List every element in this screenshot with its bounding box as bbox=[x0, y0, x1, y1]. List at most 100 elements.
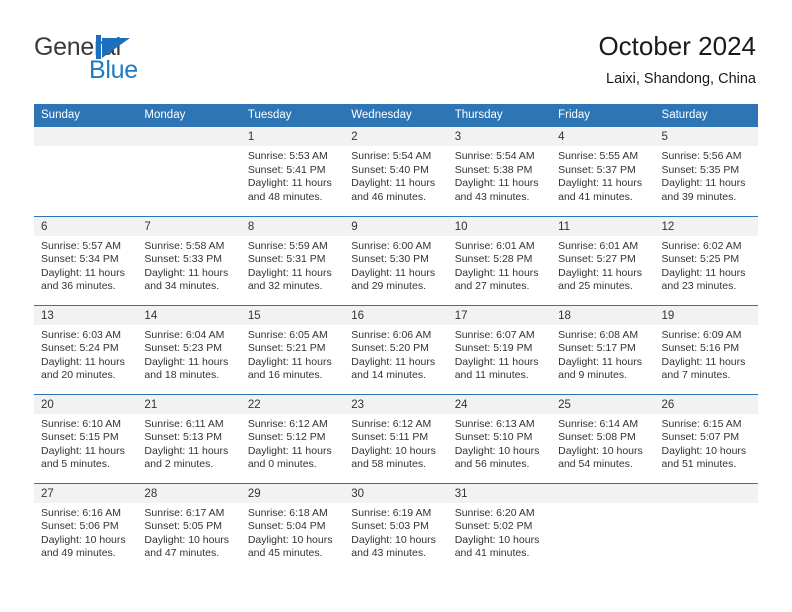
calendar-day-cell[interactable]: 10 Sunrise: 6:01 AM Sunset: 5:28 PM Dayligh… bbox=[447, 215, 552, 305]
calendar-day-cell[interactable]: 9 Sunrise: 6:00 AM Sunset: 5:30 PM Daylight… bbox=[344, 215, 448, 305]
day-details: Sunrise: 6:07 AM Sunset: 5:19 PM Daylight:… bbox=[448, 325, 551, 383]
sunset-text: Sunset: 5:02 PM bbox=[454, 520, 533, 532]
calendar-day-cell[interactable]: 19 Sunrise: 6:09 AM Sunset: 5:16 PM Dayligh… bbox=[654, 304, 758, 394]
day-details: Sunrise: 5:54 AM Sunset: 5:38 PM Daylight:… bbox=[448, 146, 551, 204]
daylight-text-line1: Daylight: 11 hours bbox=[351, 266, 436, 279]
daylight-text-line1: Daylight: 11 hours bbox=[661, 355, 746, 368]
calendar-day-cell-empty bbox=[654, 482, 758, 572]
daylight-text-line2: and 27 minutes. bbox=[454, 280, 530, 292]
calendar-day-cell[interactable]: 27 Sunrise: 6:16 AM Sunset: 5:06 PM Dayligh… bbox=[34, 482, 138, 572]
calendar-day-cell[interactable]: 22 Sunrise: 6:12 AM Sunset: 5:12 PM Dayligh… bbox=[240, 393, 345, 483]
calendar-day-cell[interactable]: 1 Sunrise: 5:53 AM Sunset: 5:41 PM Daylight… bbox=[240, 127, 345, 216]
weekday-header-thursday: Thursday bbox=[447, 104, 552, 127]
daylight-text-line2: and 45 minutes. bbox=[247, 547, 323, 559]
daylight-text-line1: Daylight: 11 hours bbox=[454, 177, 539, 189]
sunrise-text: Sunrise: 6:20 AM bbox=[454, 506, 535, 519]
calendar-day-cell[interactable]: 31 Sunrise: 6:20 AM Sunset: 5:02 PM Dayligh… bbox=[447, 482, 552, 572]
daylight-text-line1: Daylight: 10 hours bbox=[351, 444, 436, 457]
day-number: 9 bbox=[344, 216, 448, 236]
calendar-day-cell[interactable]: 14 Sunrise: 6:04 AM Sunset: 5:23 PM Dayligh… bbox=[137, 304, 241, 394]
day-number: 8 bbox=[240, 216, 345, 236]
day-details: Sunrise: 5:53 AM Sunset: 5:41 PM Daylight:… bbox=[241, 146, 344, 204]
sunset-text: Sunset: 5:17 PM bbox=[558, 342, 636, 354]
day-number: 5 bbox=[654, 127, 758, 146]
daylight-text-line1: Daylight: 11 hours bbox=[247, 444, 332, 457]
sunrise-text: Sunrise: 6:05 AM bbox=[247, 328, 328, 341]
day-number: 3 bbox=[447, 127, 552, 146]
sunrise-text: Sunrise: 6:01 AM bbox=[558, 239, 639, 252]
calendar-day-cell[interactable]: 2 Sunrise: 5:54 AM Sunset: 5:40 PM Daylight… bbox=[344, 127, 448, 216]
calendar-day-cell[interactable]: 20 Sunrise: 6:10 AM Sunset: 5:15 PM Dayligh… bbox=[34, 393, 138, 483]
calendar-day-cell[interactable]: 7 Sunrise: 5:58 AM Sunset: 5:33 PM Daylight… bbox=[137, 215, 241, 305]
calendar-day-cell[interactable]: 23 Sunrise: 6:12 AM Sunset: 5:11 PM Dayligh… bbox=[344, 393, 448, 483]
daylight-text-line1: Daylight: 10 hours bbox=[144, 533, 230, 546]
daylight-text-line1: Daylight: 11 hours bbox=[454, 355, 539, 368]
brand-logo[interactable]: General Blue bbox=[34, 33, 264, 85]
day-details: Sunrise: 5:57 AM Sunset: 5:34 PM Daylight:… bbox=[34, 236, 137, 294]
sunrise-text: Sunrise: 5:57 AM bbox=[41, 239, 121, 252]
calendar-day-cell[interactable]: 16 Sunrise: 6:06 AM Sunset: 5:20 PM Dayligh… bbox=[344, 304, 448, 394]
day-details: Sunrise: 6:09 AM Sunset: 5:16 PM Daylight:… bbox=[655, 325, 758, 383]
calendar-day-cell[interactable]: 18 Sunrise: 6:08 AM Sunset: 5:17 PM Dayligh… bbox=[551, 304, 655, 394]
daylight-text-line2: and 11 minutes. bbox=[454, 369, 529, 381]
sunset-text: Sunset: 5:41 PM bbox=[247, 163, 326, 176]
day-number: 10 bbox=[447, 216, 552, 236]
weekday-header-monday: Monday bbox=[137, 104, 241, 127]
calendar-day-cell[interactable]: 29 Sunrise: 6:18 AM Sunset: 5:04 PM Dayligh… bbox=[240, 482, 345, 572]
day-number: 6 bbox=[34, 216, 138, 236]
sunrise-text: Sunrise: 6:03 AM bbox=[41, 328, 121, 341]
day-number: 14 bbox=[137, 305, 241, 325]
daylight-text-line2: and 58 minutes. bbox=[351, 458, 426, 470]
daylight-text-line1: Daylight: 11 hours bbox=[247, 355, 332, 368]
calendar-day-cell[interactable]: 12 Sunrise: 6:02 AM Sunset: 5:25 PM Dayligh… bbox=[654, 215, 758, 305]
sunset-text: Sunset: 5:34 PM bbox=[41, 253, 119, 265]
calendar-week-row: 27 Sunrise: 6:16 AM Sunset: 5:06 PM Dayligh… bbox=[34, 482, 758, 572]
calendar-day-cell[interactable]: 5 Sunrise: 5:56 AM Sunset: 5:35 PM Daylight… bbox=[654, 127, 758, 216]
daylight-text-line2: and 48 minutes. bbox=[247, 190, 323, 203]
sunset-text: Sunset: 5:05 PM bbox=[144, 520, 223, 532]
day-details: Sunrise: 6:01 AM Sunset: 5:28 PM Daylight:… bbox=[448, 236, 551, 294]
daylight-text-line2: and 39 minutes. bbox=[661, 190, 737, 203]
sunrise-text: Sunrise: 6:00 AM bbox=[351, 239, 432, 252]
calendar-day-cell[interactable]: 26 Sunrise: 6:15 AM Sunset: 5:07 PM Dayligh… bbox=[654, 393, 758, 483]
sunrise-text: Sunrise: 6:04 AM bbox=[144, 328, 225, 341]
sunrise-text: Sunrise: 5:56 AM bbox=[661, 150, 742, 162]
sunrise-text: Sunrise: 6:17 AM bbox=[144, 506, 225, 519]
calendar-day-cell[interactable]: 25 Sunrise: 6:14 AM Sunset: 5:08 PM Dayligh… bbox=[551, 393, 655, 483]
calendar-day-cell[interactable]: 17 Sunrise: 6:07 AM Sunset: 5:19 PM Dayligh… bbox=[447, 304, 552, 394]
sunset-text: Sunset: 5:10 PM bbox=[454, 431, 533, 443]
calendar-day-cell[interactable]: 30 Sunrise: 6:19 AM Sunset: 5:03 PM Dayligh… bbox=[344, 482, 448, 572]
sunset-text: Sunset: 5:03 PM bbox=[351, 520, 429, 532]
page-header: General Blue October 2024 Laixi, Shandon… bbox=[0, 0, 792, 100]
daylight-text-line2: and 56 minutes. bbox=[454, 458, 530, 470]
calendar-day-cell[interactable]: 8 Sunrise: 5:59 AM Sunset: 5:31 PM Daylight… bbox=[240, 215, 345, 305]
calendar-day-cell[interactable]: 13 Sunrise: 6:03 AM Sunset: 5:24 PM Dayligh… bbox=[34, 304, 138, 394]
daylight-text-line1: Daylight: 10 hours bbox=[558, 444, 643, 457]
daylight-text-line2: and 41 minutes. bbox=[558, 190, 633, 203]
calendar-day-cell[interactable]: 3 Sunrise: 5:54 AM Sunset: 5:38 PM Daylight… bbox=[447, 127, 552, 216]
daylight-text-line2: and 34 minutes. bbox=[144, 280, 220, 292]
sunrise-text: Sunrise: 6:19 AM bbox=[351, 506, 432, 519]
calendar-day-cell[interactable]: 6 Sunrise: 5:57 AM Sunset: 5:34 PM Daylight… bbox=[34, 215, 138, 305]
calendar-day-cell[interactable]: 24 Sunrise: 6:13 AM Sunset: 5:10 PM Dayligh… bbox=[447, 393, 552, 483]
calendar-day-cell[interactable]: 21 Sunrise: 6:11 AM Sunset: 5:13 PM Dayligh… bbox=[137, 393, 241, 483]
calendar-day-cell[interactable]: 15 Sunrise: 6:05 AM Sunset: 5:21 PM Dayligh… bbox=[240, 304, 345, 394]
sunset-text: Sunset: 5:07 PM bbox=[661, 431, 740, 443]
day-number: 30 bbox=[344, 483, 448, 503]
calendar-page: General Blue October 2024 Laixi, Shandon… bbox=[0, 0, 792, 612]
logo-triangle bbox=[102, 38, 130, 58]
calendar-day-cell[interactable]: 11 Sunrise: 6:01 AM Sunset: 5:27 PM Dayligh… bbox=[551, 215, 655, 305]
day-details: Sunrise: 6:04 AM Sunset: 5:23 PM Daylight:… bbox=[137, 325, 240, 383]
calendar-table: Sunday Monday Tuesday Wednesday Thursday Frid… bbox=[34, 104, 758, 572]
daylight-text-line2: and 18 minutes. bbox=[144, 369, 220, 381]
daylight-text-line2: and 25 minutes. bbox=[558, 280, 633, 292]
daylight-text-line2: and 43 minutes. bbox=[454, 190, 530, 203]
calendar-day-cell[interactable]: 28 Sunrise: 6:17 AM Sunset: 5:05 PM Dayligh… bbox=[137, 482, 241, 572]
day-number: 27 bbox=[34, 483, 138, 503]
daylight-text-line1: Daylight: 11 hours bbox=[144, 444, 229, 457]
daylight-text-line2: and 16 minutes. bbox=[247, 369, 323, 381]
sunset-text: Sunset: 5:25 PM bbox=[661, 253, 740, 265]
weekday-header-tuesday: Tuesday bbox=[240, 104, 345, 127]
sunset-text: Sunset: 5:15 PM bbox=[41, 431, 119, 443]
calendar-day-cell[interactable]: 4 Sunrise: 5:55 AM Sunset: 5:37 PM Daylight… bbox=[551, 127, 655, 216]
